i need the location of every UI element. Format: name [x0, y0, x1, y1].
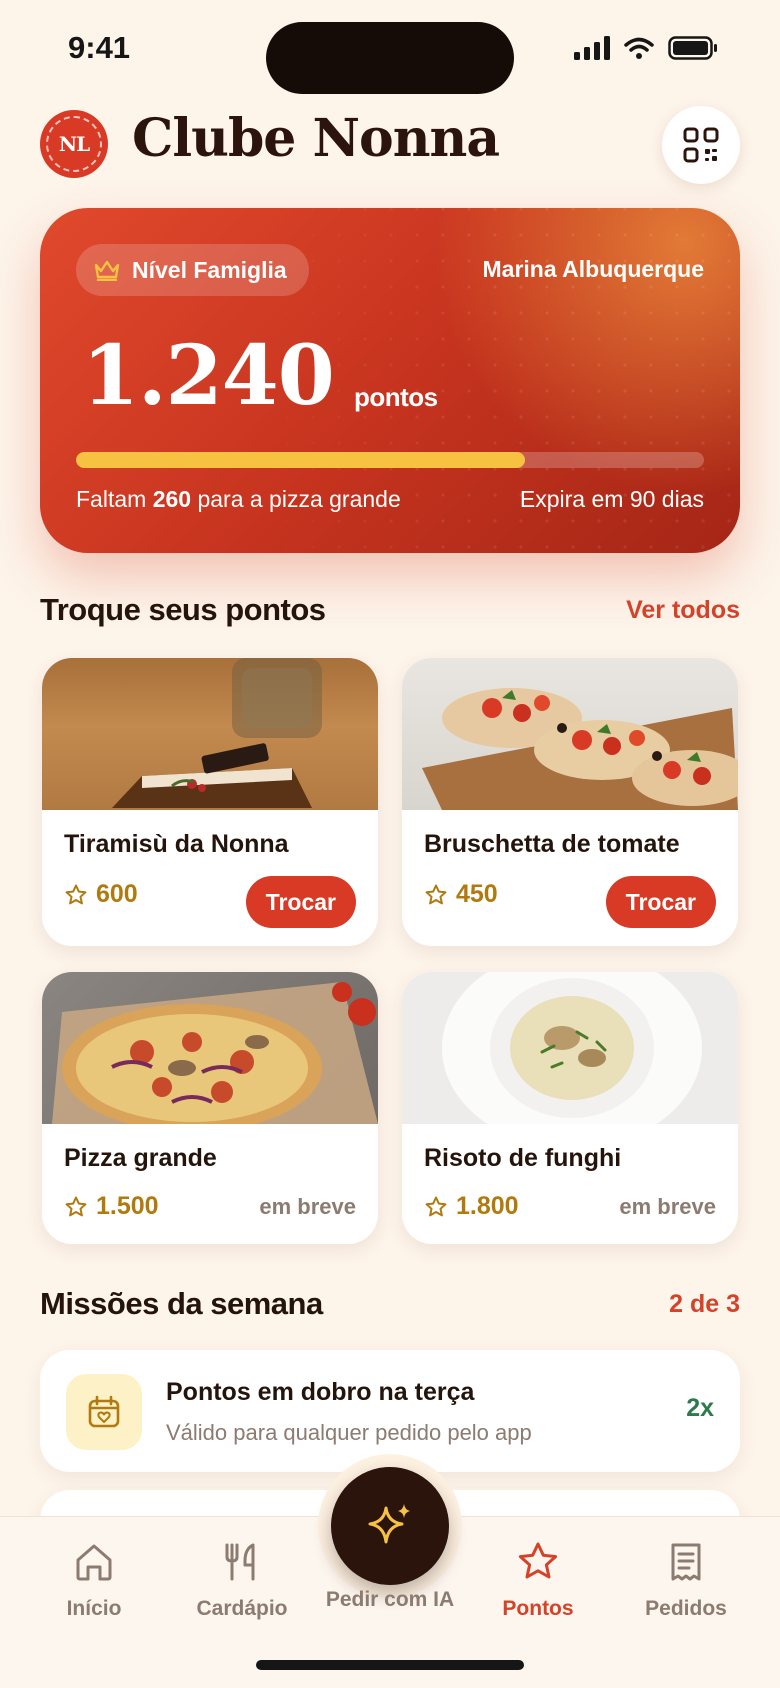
nav-label: Pedidos: [645, 1597, 727, 1620]
mission-multiplier: 2x: [686, 1394, 714, 1422]
home-indicator: [256, 1660, 524, 1670]
progress-caption-prefix: Faltam: [76, 486, 147, 512]
see-all-link[interactable]: Ver todos: [626, 596, 740, 625]
reward-cost-value: 600: [96, 880, 138, 908]
star-icon: [65, 884, 87, 904]
loyalty-points-card[interactable]: Nível Famiglia Marina Albuquerque 1.240 …: [40, 208, 740, 553]
brand-logo-text: NL: [46, 116, 102, 172]
star-icon: [518, 1542, 558, 1579]
page-title: Clube Nonna: [132, 108, 500, 169]
qr-code-button[interactable]: [662, 106, 740, 184]
reward-name: Bruschetta de tomate: [424, 830, 680, 858]
reward-cost: 1.500: [64, 1192, 159, 1221]
nav-label-ai: Pedir com IA: [325, 1588, 455, 1611]
reward-card-pizza[interactable]: Pizza grande 1.500 em breve: [42, 972, 378, 1244]
nav-label: Pontos: [502, 1597, 574, 1620]
dynamic-island: [266, 22, 514, 94]
star-icon: [425, 1196, 447, 1216]
redeem-button[interactable]: Trocar: [245, 876, 356, 928]
reward-card-bruschetta[interactable]: Bruschetta de tomate 450 Trocar: [402, 658, 738, 946]
nav-item-orders[interactable]: Pedidos: [616, 1541, 756, 1621]
cutlery-icon: [225, 1543, 255, 1581]
mission-icon-box: [66, 1374, 142, 1450]
nav-label: Início: [66, 1597, 122, 1620]
sparkle-icon: [368, 1504, 410, 1544]
reward-progress-bar: [76, 452, 704, 468]
battery-icon: [668, 36, 717, 60]
pizza-image: [42, 972, 378, 1124]
mission-subtitle: Válido para qualquer pedido pelo app: [166, 1420, 532, 1445]
status-bar: 9:41: [0, 0, 780, 100]
rewards-section-title: Troque seus pontos: [40, 592, 326, 627]
cellular-signal-icon: [574, 36, 610, 60]
reward-card-tiramisu[interactable]: Tiramisù da Nonna 600 Trocar: [42, 658, 378, 946]
points-balance: 1.240: [82, 328, 335, 424]
risotto-image: [402, 972, 738, 1124]
crown-icon: [94, 260, 120, 281]
progress-caption-suffix: para a pizza grande: [197, 486, 401, 512]
member-name: Marina Albuquerque: [482, 256, 705, 282]
reward-name: Pizza grande: [64, 1144, 217, 1172]
star-icon: [425, 884, 447, 904]
home-icon: [76, 1544, 112, 1581]
reward-card-risotto[interactable]: Risoto de funghi 1.800 em breve: [402, 972, 738, 1244]
brand-logo: NL: [40, 110, 108, 178]
missions-progress: 2 de 3: [669, 1290, 740, 1318]
nav-item-points[interactable]: Pontos: [468, 1541, 608, 1621]
redeem-button[interactable]: Trocar: [605, 876, 716, 928]
level-badge: Nível Famiglia: [76, 244, 309, 296]
points-expiry: Expira em 90 dias: [519, 486, 704, 512]
nav-label: Cardápio: [196, 1597, 288, 1620]
points-unit: pontos: [354, 382, 438, 412]
level-label: Nível Famiglia: [132, 256, 287, 283]
coming-soon-label: em breve: [619, 1194, 716, 1219]
reward-cost-value: 450: [456, 880, 498, 908]
reward-progress-fill: [76, 452, 526, 468]
points-remaining: 260: [152, 486, 192, 512]
reward-cost: 450: [424, 880, 498, 909]
coming-soon-label: em breve: [259, 1194, 356, 1219]
nav-item-menu[interactable]: Cardápio: [172, 1541, 312, 1621]
progress-caption: Faltam 260 para a pizza grande: [76, 486, 401, 513]
status-icons: [574, 36, 718, 60]
reward-cost: 1.800: [424, 1192, 519, 1221]
reward-cost: 600: [64, 880, 138, 909]
app-header: NL Clube Nonna: [40, 104, 740, 184]
reward-name: Risoto de funghi: [424, 1144, 622, 1172]
ai-order-button-wrap: [318, 1454, 462, 1598]
qr-code-icon: [683, 127, 719, 163]
nav-item-home[interactable]: Início: [24, 1541, 164, 1621]
tiramisu-image: [42, 658, 378, 810]
calendar-heart-icon: [88, 1395, 120, 1428]
status-time: 9:41: [68, 30, 131, 65]
missions-section-header: Missões da semana 2 de 3: [40, 1286, 740, 1326]
ai-order-button[interactable]: [331, 1467, 449, 1585]
receipt-icon: [671, 1543, 701, 1581]
wifi-icon: [624, 37, 654, 59]
reward-cost-value: 1.500: [96, 1192, 159, 1220]
star-icon: [65, 1196, 87, 1216]
reward-cost-value: 1.800: [456, 1192, 519, 1220]
reward-name: Tiramisù da Nonna: [64, 830, 289, 858]
rewards-section-header: Troque seus pontos Ver todos: [40, 592, 740, 632]
missions-section-title: Missões da semana: [40, 1286, 323, 1321]
mission-title: Pontos em dobro na terça: [166, 1378, 475, 1406]
bruschetta-image: [402, 658, 738, 810]
